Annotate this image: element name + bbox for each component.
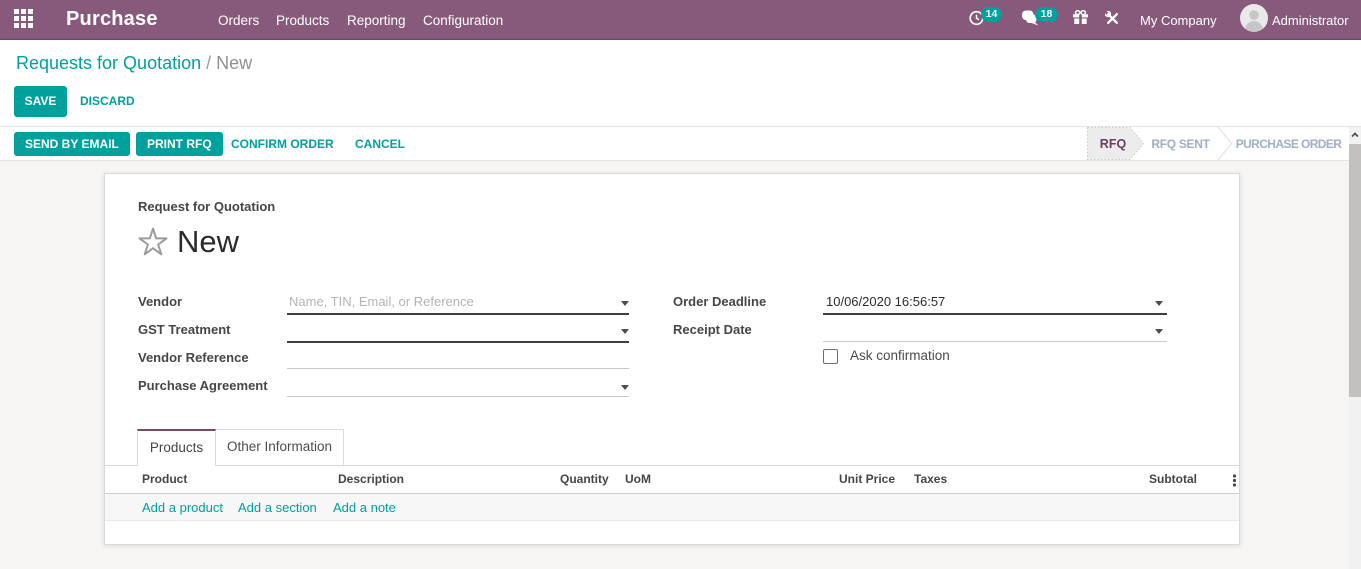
svg-text:RFQ SENT: RFQ SENT [1151,137,1210,151]
svg-text:RFQ: RFQ [1100,137,1127,151]
svg-text:PURCHASE ORDER: PURCHASE ORDER [1236,137,1343,151]
